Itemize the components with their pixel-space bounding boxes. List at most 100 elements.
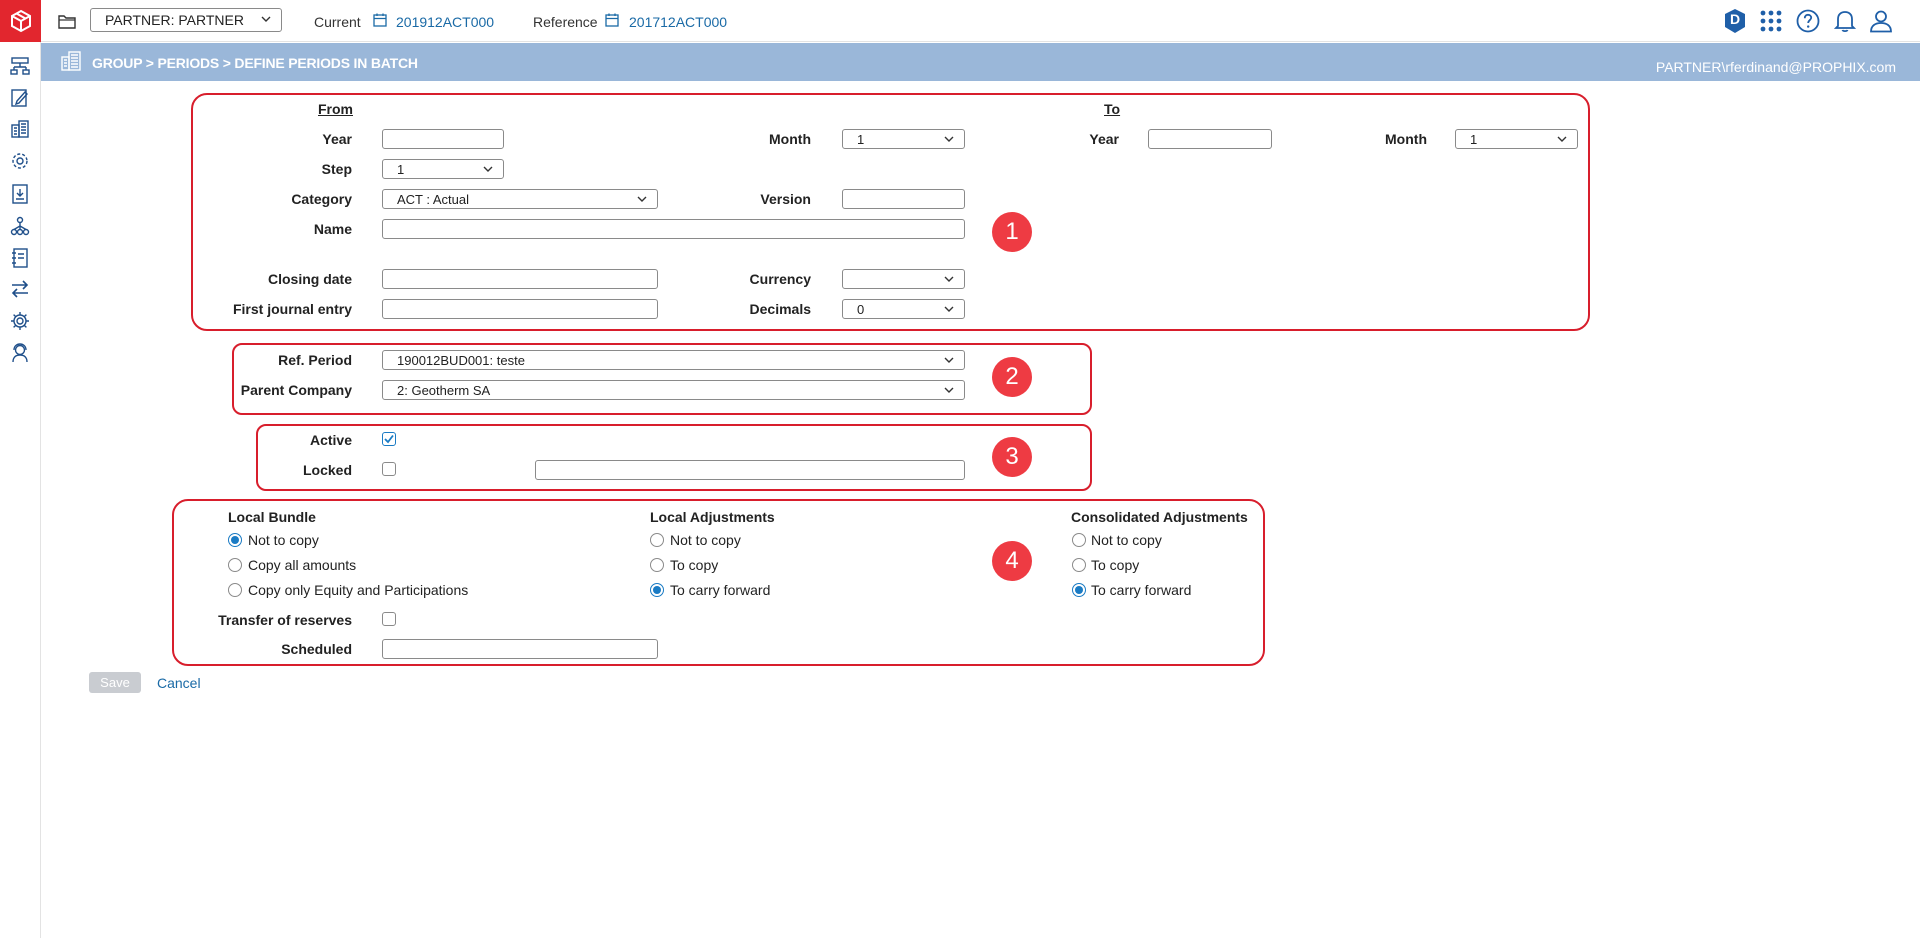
consolidated-adjustments-option-label: Not to copy <box>1091 532 1162 548</box>
to-month-select[interactable]: 1 <box>1455 129 1578 149</box>
partner-selector[interactable]: PARTNER: PARTNER <box>90 8 282 32</box>
chevron-down-icon <box>944 306 954 312</box>
reference-period-link[interactable]: 201712ACT000 <box>629 14 727 30</box>
consolidated-adjustments-to-copy-radio[interactable] <box>1072 558 1086 572</box>
parent-company-label: Parent Company <box>240 382 352 398</box>
transfer-arrows-icon[interactable] <box>9 278 31 300</box>
chevron-down-icon <box>944 357 954 363</box>
parent-company-value: 2: Geotherm SA <box>397 382 491 398</box>
reference-label: Reference <box>533 14 598 30</box>
transfer-of-reserves-checkbox[interactable] <box>382 612 396 626</box>
calendar-icon <box>373 13 387 30</box>
d-shield-icon[interactable]: D <box>1722 7 1748 35</box>
to-heading: To <box>1104 101 1121 117</box>
local-bundle-option-label: Not to copy <box>248 532 319 548</box>
partner-selector-value: PARTNER: PARTNER <box>105 12 244 28</box>
user-profile-icon[interactable] <box>1868 8 1894 34</box>
checkmark-icon <box>384 434 394 444</box>
decimals-select[interactable]: 0 <box>842 299 965 319</box>
from-year-input[interactable] <box>382 129 504 149</box>
first-journal-entry-label: First journal entry <box>232 301 352 317</box>
local-adjustments-option-label: To copy <box>670 557 719 573</box>
version-label: Version <box>760 191 811 207</box>
support-user-icon[interactable] <box>9 342 31 364</box>
cancel-link[interactable]: Cancel <box>157 675 201 691</box>
step-label: Step <box>321 161 352 177</box>
chevron-down-icon <box>261 16 271 22</box>
consolidated-adjustments-not-to-copy-radio[interactable] <box>1072 533 1086 547</box>
chevron-down-icon <box>944 387 954 393</box>
consolidated-adjustments-carry-forward-radio[interactable] <box>1072 583 1086 597</box>
step-select[interactable]: 1 <box>382 159 504 179</box>
buildings-icon <box>60 51 82 74</box>
local-adjustments-option-label: Not to copy <box>670 532 741 548</box>
notifications-bell-icon[interactable] <box>1832 8 1858 34</box>
app-logo-icon[interactable] <box>0 0 41 42</box>
edit-document-icon[interactable] <box>9 87 31 109</box>
decimals-value: 0 <box>857 301 865 317</box>
from-month-value: 1 <box>857 131 865 147</box>
locked-reason-input[interactable] <box>535 460 965 480</box>
ref-period-label: Ref. Period <box>278 352 352 368</box>
consolidated-adjustments-heading: Consolidated Adjustments <box>1071 509 1248 525</box>
local-bundle-not-to-copy-radio[interactable] <box>228 533 242 547</box>
save-button[interactable]: Save <box>89 672 141 693</box>
from-month-label: Month <box>769 131 811 147</box>
report-document-icon[interactable] <box>9 183 31 205</box>
calendar-icon <box>605 13 619 30</box>
active-checkbox[interactable] <box>382 432 396 446</box>
local-bundle-option-label: Copy all amounts <box>248 557 357 573</box>
chevron-down-icon <box>944 276 954 282</box>
local-bundle-copy-all-radio[interactable] <box>228 558 242 572</box>
org-chart-icon[interactable] <box>9 215 31 237</box>
closing-date-label: Closing date <box>267 271 352 287</box>
top-bar <box>0 0 1920 42</box>
ref-period-select[interactable]: 190012BUD001: teste <box>382 350 965 370</box>
local-bundle-copy-equity-radio[interactable] <box>228 583 242 597</box>
local-adjustments-to-copy-radio[interactable] <box>650 558 664 572</box>
left-sidebar <box>0 42 41 938</box>
category-select[interactable]: ACT : Actual <box>382 189 658 209</box>
category-label: Category <box>291 191 352 207</box>
gear-network-icon[interactable] <box>9 150 31 172</box>
from-month-select[interactable]: 1 <box>842 129 965 149</box>
chevron-down-icon <box>637 196 647 202</box>
scheduled-input[interactable] <box>382 639 658 659</box>
local-adjustments-carry-forward-radio[interactable] <box>650 583 664 597</box>
from-year-label: Year <box>322 131 352 147</box>
locked-checkbox[interactable] <box>382 462 396 476</box>
folder-icon[interactable] <box>56 11 78 31</box>
d-badge-letter: D <box>1729 11 1741 27</box>
to-month-value: 1 <box>1470 131 1478 147</box>
buildings-icon[interactable] <box>9 118 31 140</box>
settings-gear-icon[interactable] <box>9 310 31 332</box>
parent-company-select[interactable]: 2: Geotherm SA <box>382 380 965 400</box>
step-value: 1 <box>397 161 405 177</box>
currency-label: Currency <box>749 271 811 287</box>
scheduled-label: Scheduled <box>281 641 352 657</box>
version-input[interactable] <box>842 189 965 209</box>
hierarchy-tree-icon[interactable] <box>9 55 31 77</box>
name-input[interactable] <box>382 219 965 239</box>
local-bundle-heading: Local Bundle <box>228 509 316 525</box>
section-1-badge: 1 <box>992 212 1032 252</box>
first-journal-entry-input[interactable] <box>382 299 658 319</box>
category-value: ACT : Actual <box>397 191 470 207</box>
chevron-down-icon <box>1557 136 1567 142</box>
local-adjustments-option-label: To carry forward <box>670 582 771 598</box>
consolidated-adjustments-option-label: To carry forward <box>1091 582 1192 598</box>
help-icon[interactable] <box>1795 8 1821 34</box>
closing-date-input[interactable] <box>382 269 658 289</box>
section-2-badge: 2 <box>992 357 1032 397</box>
currency-select[interactable] <box>842 269 965 289</box>
journal-book-icon[interactable] <box>9 247 31 269</box>
decimals-label: Decimals <box>749 301 811 317</box>
current-period-link[interactable]: 201912ACT000 <box>396 14 494 30</box>
section-4-badge: 4 <box>992 541 1032 581</box>
chevron-down-icon <box>483 166 493 172</box>
from-heading: From <box>318 101 353 117</box>
to-year-input[interactable] <box>1148 129 1272 149</box>
locked-label: Locked <box>302 462 352 478</box>
apps-grid-icon[interactable] <box>1758 9 1784 33</box>
local-adjustments-not-to-copy-radio[interactable] <box>650 533 664 547</box>
